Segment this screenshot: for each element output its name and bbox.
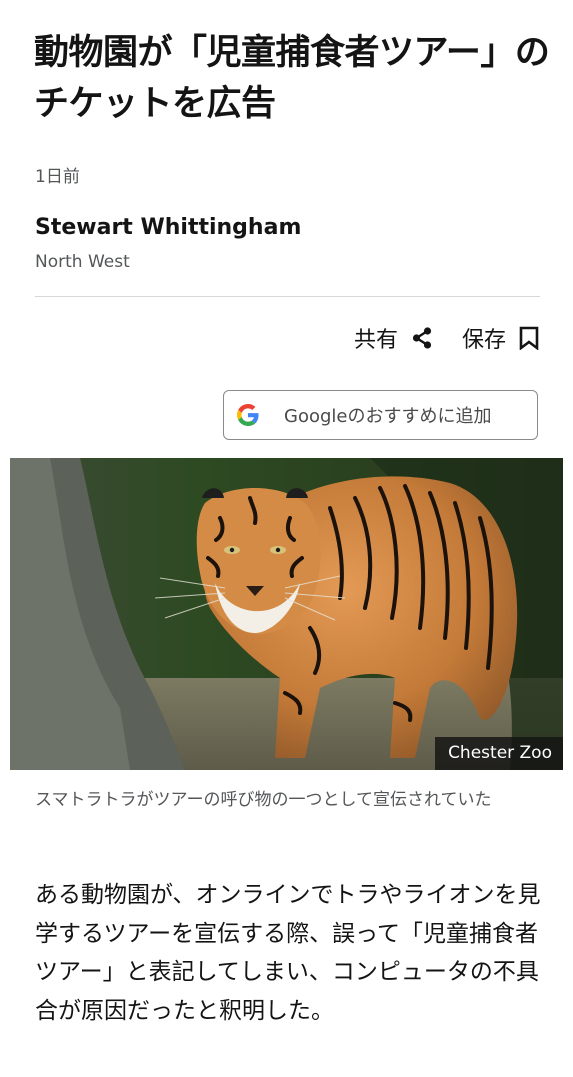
save-button[interactable]: 保存 — [462, 322, 540, 354]
author-name: Stewart Whittingham — [35, 215, 302, 240]
article-body-paragraph: ある動物園が、オンラインでトラやライオンを見学するツアーを宣伝する際、誤って「児… — [35, 882, 541, 1024]
image-credit: Chester Zoo — [435, 737, 563, 770]
tiger-photo: Chester Zoo — [10, 458, 563, 770]
article-page: 動物園が「児童捕食者ツアー」のチケットを広告 1日前 Stewart Whitt… — [0, 0, 573, 1077]
add-to-google-preferred-button[interactable]: Googleのおすすめに追加 — [223, 390, 538, 440]
image-caption: スマトラトラがツアーの呼び物の一つとして宣伝されていた — [35, 790, 492, 810]
bookmark-icon — [518, 326, 540, 350]
share-button[interactable]: 共有 — [354, 322, 434, 354]
share-label: 共有 — [353, 328, 398, 353]
save-label: 保存 — [461, 328, 506, 353]
google-g-icon — [237, 404, 259, 426]
share-icon — [410, 326, 434, 350]
tiger-image — [10, 458, 563, 770]
author-region: North West — [35, 252, 130, 272]
timestamp: 1日前 — [35, 167, 80, 187]
divider — [35, 296, 540, 297]
headline: 動物園が「児童捕食者ツアー」のチケットを広告 — [34, 33, 550, 124]
google-button-label: Googleのおすすめに追加 — [284, 406, 492, 427]
byline: Stewart Whittingham North West — [35, 212, 301, 272]
article-actions: 共有 保存 — [354, 318, 540, 358]
